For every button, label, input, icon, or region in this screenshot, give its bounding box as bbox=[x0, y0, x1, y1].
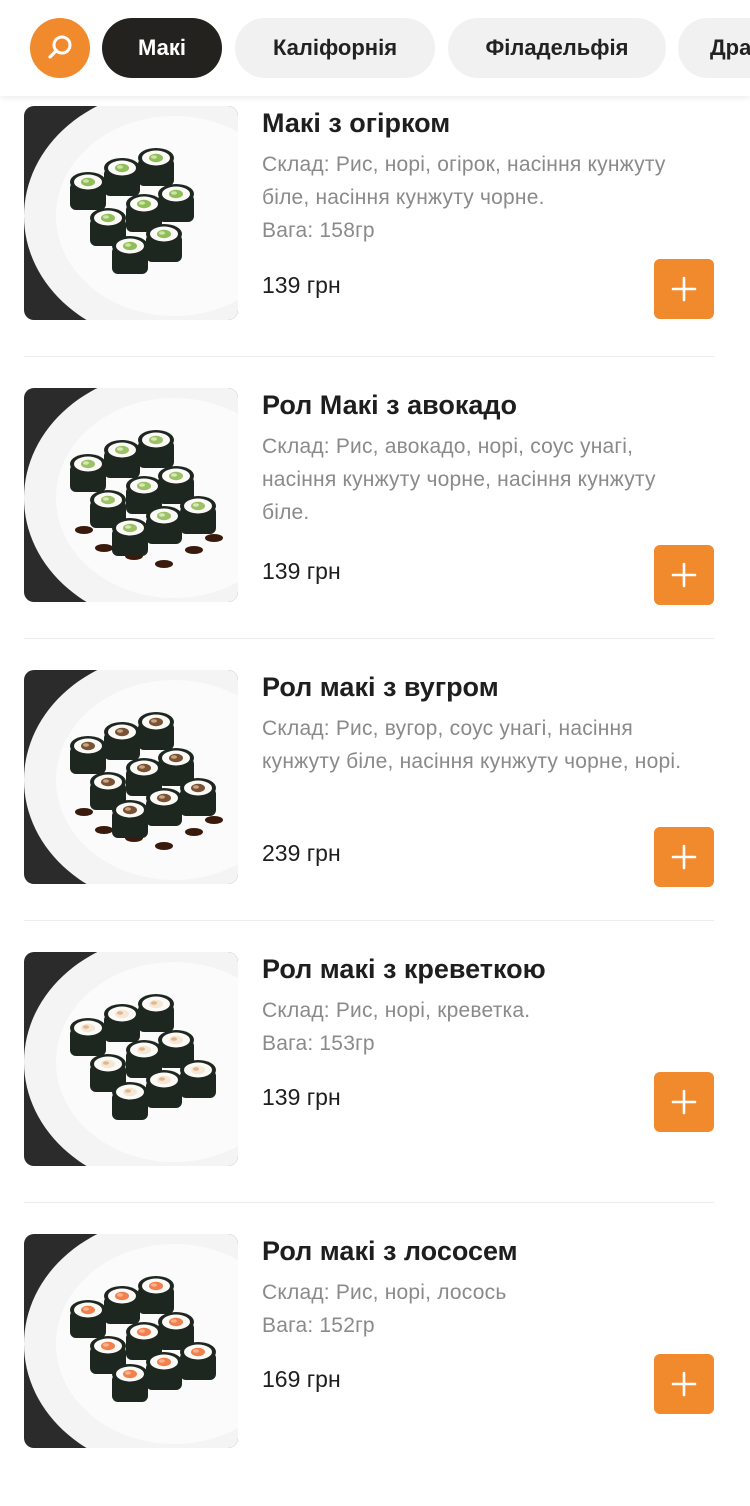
product-title[interactable]: Рол Макі з авокадо bbox=[262, 390, 517, 421]
maki-roll bbox=[70, 736, 106, 774]
maki-roll bbox=[138, 994, 174, 1032]
maki-roll bbox=[112, 518, 148, 556]
divider bbox=[24, 638, 714, 639]
product-weight: Вага: 152гр bbox=[262, 1314, 375, 1337]
maki-roll bbox=[70, 172, 106, 210]
maki-roll bbox=[138, 712, 174, 750]
search-button[interactable] bbox=[30, 18, 90, 78]
add-to-cart-button[interactable] bbox=[654, 1354, 714, 1414]
product-title[interactable]: Рол макі з вугром bbox=[262, 672, 499, 703]
product-photo[interactable] bbox=[24, 670, 238, 884]
plus-icon bbox=[671, 562, 697, 588]
tab-california[interactable]: Каліфорнія bbox=[235, 18, 435, 78]
product-card: Рол макі з лососем Склад: Рис, норі, лос… bbox=[0, 1224, 750, 1506]
maki-roll bbox=[180, 496, 216, 534]
tab-maki[interactable]: Макі bbox=[102, 18, 222, 78]
product-price: 139 грн bbox=[262, 272, 341, 298]
maki-roll bbox=[146, 506, 182, 544]
sauce-drop bbox=[75, 526, 93, 534]
add-to-cart-button[interactable] bbox=[654, 259, 714, 319]
maki-roll bbox=[112, 1082, 148, 1120]
product-weight: Вага: 153гр bbox=[262, 1032, 375, 1055]
product-title[interactable]: Рол макі з креветкою bbox=[262, 954, 546, 985]
maki-roll bbox=[146, 224, 182, 262]
maki-roll bbox=[138, 148, 174, 186]
plus-icon bbox=[671, 844, 697, 870]
maki-roll bbox=[112, 1364, 148, 1402]
maki-roll bbox=[146, 1352, 182, 1390]
sauce-drop bbox=[75, 808, 93, 816]
maki-roll bbox=[138, 430, 174, 468]
product-price: 139 грн bbox=[262, 558, 341, 584]
maki-roll bbox=[70, 1018, 106, 1056]
maki-roll bbox=[70, 1300, 106, 1338]
maki-roll bbox=[104, 1004, 140, 1042]
product-photo[interactable] bbox=[24, 388, 238, 602]
maki-roll bbox=[146, 1070, 182, 1108]
product-title[interactable]: Макі з огірком bbox=[262, 108, 450, 139]
plus-icon bbox=[671, 1089, 697, 1115]
product-photo[interactable] bbox=[24, 106, 238, 320]
product-price: 139 грн bbox=[262, 1084, 341, 1110]
maki-roll bbox=[104, 158, 140, 196]
maki-roll bbox=[146, 788, 182, 826]
product-price: 169 грн bbox=[262, 1366, 341, 1392]
category-bar: Макі Каліфорнія Філадельфія Дра bbox=[0, 0, 750, 96]
maki-roll bbox=[158, 184, 194, 222]
product-description: Склад: Рис, вугор, соус унагі, насіння к… bbox=[262, 717, 682, 773]
tab-dragon[interactable]: Дра bbox=[678, 18, 750, 78]
plus-icon bbox=[671, 276, 697, 302]
maki-roll bbox=[138, 1276, 174, 1314]
maki-roll bbox=[104, 1286, 140, 1324]
maki-roll bbox=[104, 722, 140, 760]
maki-roll bbox=[104, 440, 140, 478]
product-title[interactable]: Рол макі з лососем bbox=[262, 1236, 518, 1267]
search-icon bbox=[48, 35, 72, 59]
maki-roll bbox=[180, 1342, 216, 1380]
plus-icon bbox=[671, 1371, 697, 1397]
sauce-drop bbox=[95, 544, 113, 552]
maki-roll bbox=[180, 778, 216, 816]
product-card: Макі з огірком Склад: Рис, норі, огірок,… bbox=[0, 96, 750, 378]
sauce-drop bbox=[185, 546, 203, 554]
product-card: Рол макі з вугром Склад: Рис, вугор, соу… bbox=[0, 660, 750, 942]
sauce-drop bbox=[205, 816, 223, 824]
maki-roll bbox=[70, 454, 106, 492]
divider bbox=[24, 1202, 714, 1203]
product-price: 239 грн bbox=[262, 840, 341, 866]
product-description: Склад: Рис, норі, лосось bbox=[262, 1281, 507, 1304]
sauce-drop bbox=[155, 842, 173, 850]
product-description: Склад: Рис, авокадо, норі, соус унагі, н… bbox=[262, 435, 656, 524]
maki-roll bbox=[180, 1060, 216, 1098]
divider bbox=[24, 356, 714, 357]
product-photo[interactable] bbox=[24, 952, 238, 1166]
sauce-drop bbox=[185, 828, 203, 836]
product-weight: Вага: 158гр bbox=[262, 219, 375, 242]
sauce-drop bbox=[95, 826, 113, 834]
maki-roll bbox=[112, 800, 148, 838]
product-description: Склад: Рис, норі, огірок, насіння кунжут… bbox=[262, 153, 666, 209]
add-to-cart-button[interactable] bbox=[654, 827, 714, 887]
sauce-drop bbox=[155, 560, 173, 568]
divider bbox=[24, 920, 714, 921]
add-to-cart-button[interactable] bbox=[654, 545, 714, 605]
product-photo[interactable] bbox=[24, 1234, 238, 1448]
product-card: Рол макі з креветкою Склад: Рис, норі, к… bbox=[0, 942, 750, 1224]
tab-philadelphia[interactable]: Філадельфія bbox=[448, 18, 666, 78]
product-description: Склад: Рис, норі, креветка. bbox=[262, 999, 531, 1022]
product-list: Макі з огірком Склад: Рис, норі, огірок,… bbox=[0, 96, 750, 1506]
add-to-cart-button[interactable] bbox=[654, 1072, 714, 1132]
product-card: Рол Макі з авокадо Склад: Рис, авокадо, … bbox=[0, 378, 750, 660]
maki-roll bbox=[112, 236, 148, 274]
sauce-drop bbox=[205, 534, 223, 542]
